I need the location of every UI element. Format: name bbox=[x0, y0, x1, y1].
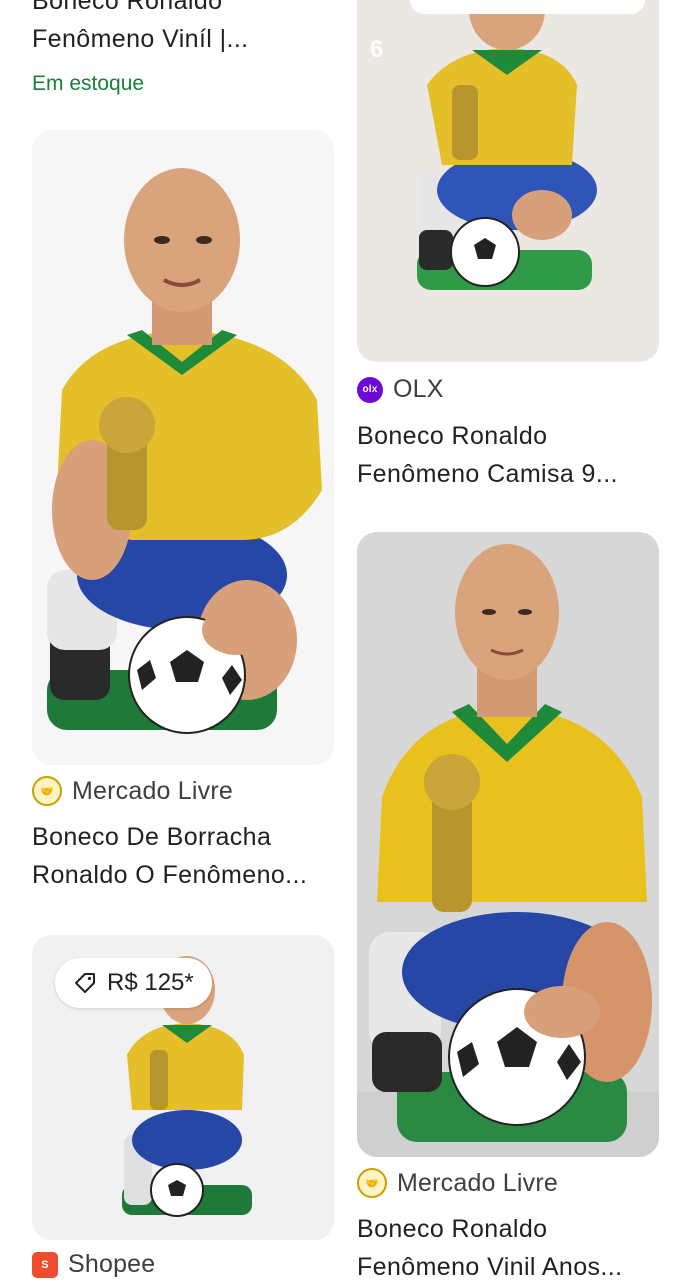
title-line2: Fenômeno Vinil Anos... bbox=[357, 1253, 623, 1281]
price-badge: R$ 125* bbox=[55, 958, 212, 1008]
tag-icon bbox=[75, 973, 95, 993]
left-top-stock-status: Em estoque bbox=[32, 72, 145, 95]
store-label-right-1: olx OLX bbox=[357, 375, 444, 404]
store-name: Mercado Livre bbox=[72, 776, 233, 805]
left-top-title[interactable]: Boneco Ronaldo Fenômeno Viníl |... bbox=[32, 0, 249, 58]
left-top-title-line2: Fenômeno Viníl |... bbox=[32, 25, 249, 53]
figurine-image bbox=[357, 0, 659, 362]
olx-icon: olx bbox=[357, 376, 383, 403]
figurine-image bbox=[357, 532, 659, 1157]
handshake-icon: 🤝 bbox=[32, 776, 62, 806]
figurine-image bbox=[32, 130, 334, 765]
left-top-title-line1: Boneco Ronaldo bbox=[32, 0, 223, 15]
title-line2: Fenômeno Camisa 9... bbox=[357, 460, 618, 488]
product-title-right-2[interactable]: Boneco Ronaldo Fenômeno Vinil Anos... bbox=[357, 1210, 622, 1286]
product-image-right-1[interactable] bbox=[357, 0, 659, 362]
price-text: R$ 125* bbox=[107, 969, 194, 996]
store-label-left-3: S Shopee bbox=[32, 1250, 155, 1279]
store-name: Mercado Livre bbox=[397, 1168, 558, 1197]
shopee-bag-icon: S bbox=[32, 1251, 58, 1278]
image-overlay-digit: 6 bbox=[370, 36, 384, 63]
product-title-left-2[interactable]: Boneco De Borracha Ronaldo O Fenômeno... bbox=[32, 818, 307, 894]
title-line1: Boneco De Borracha bbox=[32, 823, 272, 851]
title-line2: Ronaldo O Fenômeno... bbox=[32, 861, 308, 889]
product-title-right-1[interactable]: Boneco Ronaldo Fenômeno Camisa 9... bbox=[357, 417, 618, 493]
store-label-left-2: 🤝 Mercado Livre bbox=[32, 776, 233, 806]
store-name: Shopee bbox=[68, 1250, 156, 1278]
handshake-icon: 🤝 bbox=[357, 1168, 387, 1198]
image-overlay-pill bbox=[410, 0, 645, 14]
product-image-right-2[interactable] bbox=[357, 532, 659, 1157]
title-line1: Boneco Ronaldo bbox=[357, 422, 548, 450]
store-name: OLX bbox=[393, 375, 444, 403]
title-line1: Boneco Ronaldo bbox=[357, 1215, 548, 1243]
store-label-right-2: 🤝 Mercado Livre bbox=[357, 1168, 558, 1198]
product-image-left-2[interactable] bbox=[32, 130, 334, 765]
